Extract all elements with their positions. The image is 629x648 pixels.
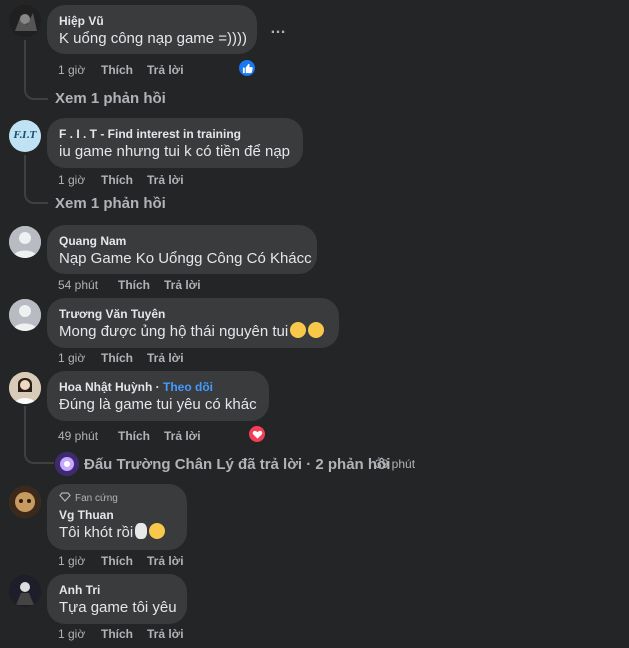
comment-author[interactable]: Anh Tri (59, 582, 175, 598)
comment-time[interactable]: 1 giờ (58, 173, 85, 187)
avatar[interactable] (9, 5, 41, 37)
comment-bubble: Hoa Nhật Huỳnh · Theo dõi Đúng là game t… (47, 371, 269, 421)
comment-text: Tựa game tôi yêu (59, 599, 177, 616)
reply-button[interactable]: Trả lời (147, 554, 184, 568)
like-button[interactable]: Thích (118, 278, 150, 292)
comment-time-text: 1 giờ (58, 351, 86, 365)
avatar[interactable] (9, 372, 41, 404)
avatar-image (9, 372, 41, 404)
like-button[interactable]: Thích (101, 173, 133, 187)
comment-text: Đúng là game tui yêu có khác (59, 396, 257, 413)
comment-time-text: 1 giờ (58, 554, 86, 568)
heart-icon[interactable] (247, 424, 267, 444)
thread-connector (24, 86, 48, 100)
comment-text: iu game nhưng tui k có tiền để nạp (59, 143, 291, 160)
view-replies-link[interactable]: Xem 1 phản hồi (55, 90, 166, 107)
comment-bubble: F . I . T - Find interest in training iu… (47, 118, 303, 168)
reply-button[interactable]: Trả lời (164, 278, 201, 292)
comment-time-text: 49 phút (58, 429, 99, 443)
reply-button[interactable]: Trả lời (147, 627, 184, 641)
comment-author[interactable]: Quang Nam (59, 233, 305, 249)
comment-time[interactable]: 1 giờ (58, 627, 85, 641)
avatar-logo-text: F.I.T (13, 131, 37, 141)
comment-time[interactable]: 1 giờ (58, 554, 85, 568)
view-replies-link[interactable]: Xem 1 phản hồi (55, 195, 166, 212)
comment-author[interactable]: Hoa Nhật Huỳnh (59, 380, 152, 394)
avatar[interactable] (9, 575, 41, 607)
reply-button[interactable]: Trả lời (164, 429, 201, 443)
separator-dot: · (152, 380, 164, 394)
more-options-icon[interactable]: … (270, 20, 286, 38)
like-button[interactable]: Thích (118, 429, 150, 443)
like-icon[interactable] (237, 58, 257, 78)
reply-button[interactable]: Trả lời (147, 63, 184, 77)
thread-line (24, 155, 26, 195)
avatar-image (9, 5, 41, 37)
comment-time[interactable]: 49 phút (58, 429, 98, 443)
comment-text: Mong được ủng hộ thái nguyên tui (59, 323, 289, 340)
reply-summary-time: 39 phút (375, 457, 416, 471)
like-button[interactable]: Thích (101, 63, 133, 77)
fan-badge-label: Fan cứng (75, 493, 118, 504)
comment-text: Tôi khót rồi (59, 524, 134, 541)
avatar[interactable] (9, 486, 41, 518)
avatar[interactable] (9, 226, 41, 258)
thread-line (24, 40, 26, 90)
thread-line (24, 406, 26, 456)
comment-text-row: Tôi khót rồi (59, 523, 175, 543)
avatar-image (9, 575, 41, 607)
avatar-image (9, 486, 41, 518)
default-avatar-icon (9, 226, 41, 258)
penguin-emoji-icon (135, 523, 148, 539)
default-avatar-icon (9, 299, 41, 331)
comment-time-text: 54 phút (58, 278, 99, 292)
comment-text: K uổng công nạp game =)))) (59, 30, 248, 47)
like-button[interactable]: Thích (101, 627, 133, 641)
avatar[interactable]: F.I.T (9, 120, 41, 152)
disappointed-emoji-icon (308, 322, 325, 338)
comment-bubble: Trương Văn Tuyên Mong được ủng hộ thái n… (47, 298, 339, 348)
comment-author[interactable]: Vg Thuan (59, 507, 175, 523)
comment-bubble: Hiệp Vũ K uổng công nạp game =)))) (47, 5, 257, 54)
thread-connector (24, 190, 48, 204)
crying-emoji-icon (290, 322, 307, 338)
reply-button[interactable]: Trả lời (147, 351, 184, 365)
comment-author[interactable]: Hiệp Vũ (59, 13, 245, 29)
comment-meta: 1 giờ (58, 63, 85, 77)
thread-connector (24, 452, 54, 464)
like-button[interactable]: Thích (101, 351, 133, 365)
comment-time-text: 1 giờ (58, 627, 86, 641)
comment-time[interactable]: 1 giờ (58, 351, 85, 365)
reply-button[interactable]: Trả lời (147, 173, 184, 187)
diamond-icon (59, 492, 71, 502)
page-avatar[interactable] (55, 452, 79, 476)
avatar[interactable] (9, 299, 41, 331)
comment-text: Nạp Game Ko Uổngg Công Có Khácc (59, 250, 312, 267)
comment-text-row: Mong được ủng hộ thái nguyên tui (59, 322, 327, 342)
comment-time[interactable]: 1 giờ (58, 63, 85, 77)
comment-bubble: Quang Nam Nạp Game Ko Uổngg Công Có Khác… (47, 225, 317, 274)
comment-author[interactable]: Trương Văn Tuyên (59, 306, 327, 322)
comment-author[interactable]: F . I . T - Find interest in training (59, 126, 291, 142)
comment-time[interactable]: 54 phút (58, 278, 98, 292)
fan-badge: Fan cứng (59, 492, 175, 504)
comment-bubble: Anh Tri Tựa game tôi yêu (47, 574, 187, 624)
follow-link[interactable]: Theo dõi (163, 380, 213, 394)
comment-time-text: 1 giờ (58, 173, 86, 187)
game-logo-icon (55, 452, 79, 476)
pensive-emoji-icon (149, 523, 166, 539)
comment-author-row: Hoa Nhật Huỳnh · Theo dõi (59, 379, 257, 395)
like-button[interactable]: Thích (101, 554, 133, 568)
reply-summary-link[interactable]: Đấu Trường Chân Lý đã trả lời · 2 phản h… (84, 456, 390, 473)
comment-bubble: Fan cứng Vg Thuan Tôi khót rồi (47, 484, 187, 550)
